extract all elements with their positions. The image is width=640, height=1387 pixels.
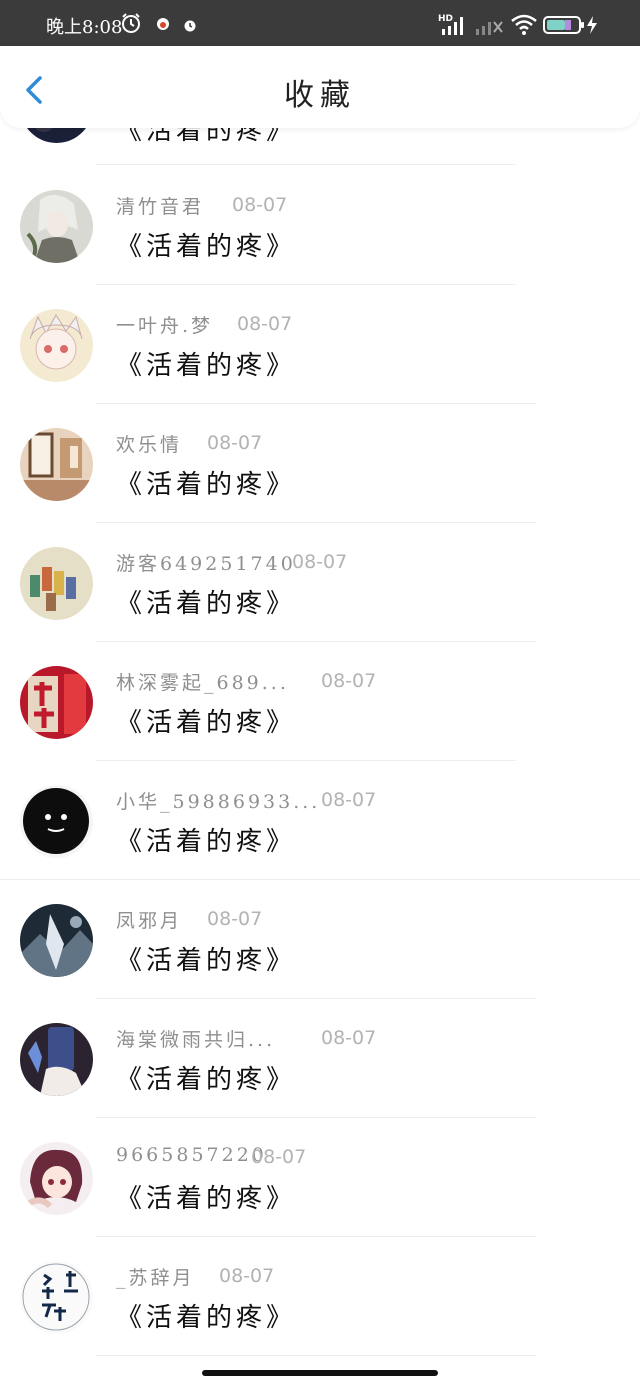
username: 9665857220 bbox=[116, 1144, 267, 1166]
username: 海棠微雨共归... bbox=[116, 1029, 276, 1051]
list-item[interactable]: 海棠微雨共归... 08-07 《活着的疼》 bbox=[0, 999, 640, 1118]
battery-icon bbox=[543, 16, 585, 38]
username: 林深雾起_689... bbox=[116, 672, 289, 694]
list-item[interactable]: 小华_59886933... 08-07 《活着的疼》 bbox=[0, 761, 640, 880]
avatar bbox=[20, 1142, 93, 1215]
date: 08-07 bbox=[219, 1265, 275, 1287]
divider bbox=[96, 164, 516, 165]
list-item[interactable]: 欢乐情 08-07 《活着的疼》 bbox=[0, 404, 640, 523]
header: 收藏 bbox=[0, 46, 640, 128]
avatar bbox=[20, 666, 93, 739]
status-bar: 晚上8:08 HD bbox=[0, 0, 640, 46]
avatar bbox=[20, 1261, 93, 1334]
avatar bbox=[20, 547, 93, 620]
signal-icon bbox=[440, 14, 468, 40]
list-item[interactable]: 9665857220 08-07 《活着的疼》 bbox=[0, 1118, 640, 1237]
avatar bbox=[20, 1023, 93, 1096]
username: 清竹音君 bbox=[116, 196, 205, 218]
username: _苏辞月 bbox=[116, 1267, 195, 1289]
date: 08-07 bbox=[321, 1027, 377, 1049]
divider bbox=[96, 1355, 536, 1356]
list-item[interactable]: 凤邪月 08-07 《活着的疼》 bbox=[0, 880, 640, 999]
book-title: 《活着的疼》 bbox=[116, 827, 297, 857]
avatar bbox=[20, 309, 93, 382]
username: 小华_59886933... bbox=[116, 791, 321, 813]
book-title: 《活着的疼》 bbox=[116, 1065, 297, 1095]
date: 08-07 bbox=[321, 789, 377, 811]
page-title: 收藏 bbox=[284, 78, 356, 113]
avatar bbox=[20, 428, 93, 501]
list-item[interactable]: 游客649251740 08-07 《活着的疼》 bbox=[0, 523, 640, 642]
list-item[interactable]: 一叶舟.梦 08-07 《活着的疼》 bbox=[0, 285, 640, 404]
avatar bbox=[20, 190, 93, 263]
date: 08-07 bbox=[251, 1146, 307, 1168]
username: 欢乐情 bbox=[116, 434, 183, 456]
book-title: 《活着的疼》 bbox=[116, 708, 297, 738]
book-title: 《活着的疼》 bbox=[116, 1303, 297, 1333]
date: 08-07 bbox=[292, 551, 348, 573]
avatar bbox=[20, 785, 93, 858]
book-title: 《活着的疼》 bbox=[116, 946, 297, 976]
app-notification-icon bbox=[156, 16, 170, 35]
book-title: 《活着的疼》 bbox=[116, 589, 297, 619]
list-item[interactable]: 清竹音君 08-07 《活着的疼》 bbox=[0, 166, 640, 285]
status-time: 晚上8:08 bbox=[46, 17, 123, 38]
list-item[interactable]: _苏辞月 08-07 《活着的疼》 bbox=[0, 1237, 640, 1356]
username: 一叶舟.梦 bbox=[116, 315, 214, 337]
date: 08-07 bbox=[321, 670, 377, 692]
wifi-icon bbox=[510, 13, 538, 41]
date: 08-07 bbox=[207, 432, 263, 454]
date: 08-07 bbox=[207, 908, 263, 930]
date: 08-07 bbox=[237, 313, 293, 335]
date: 08-07 bbox=[232, 194, 288, 216]
clock-notification-icon bbox=[184, 17, 196, 36]
signal-no-service-icon bbox=[474, 14, 504, 40]
book-title: 《活着的疼》 bbox=[116, 470, 297, 500]
charging-icon bbox=[586, 15, 598, 39]
list-item[interactable]: 林深雾起_689... 08-07 《活着的疼》 bbox=[0, 642, 640, 761]
username: 游客649251740 bbox=[116, 553, 296, 575]
home-indicator[interactable] bbox=[202, 1370, 438, 1376]
book-title: 《活着的疼》 bbox=[116, 232, 297, 262]
username: 凤邪月 bbox=[116, 910, 183, 932]
avatar bbox=[20, 904, 93, 977]
book-title: 《活着的疼》 bbox=[116, 351, 297, 381]
book-title: 《活着的疼》 bbox=[116, 1184, 297, 1214]
alarm-icon bbox=[120, 12, 142, 38]
